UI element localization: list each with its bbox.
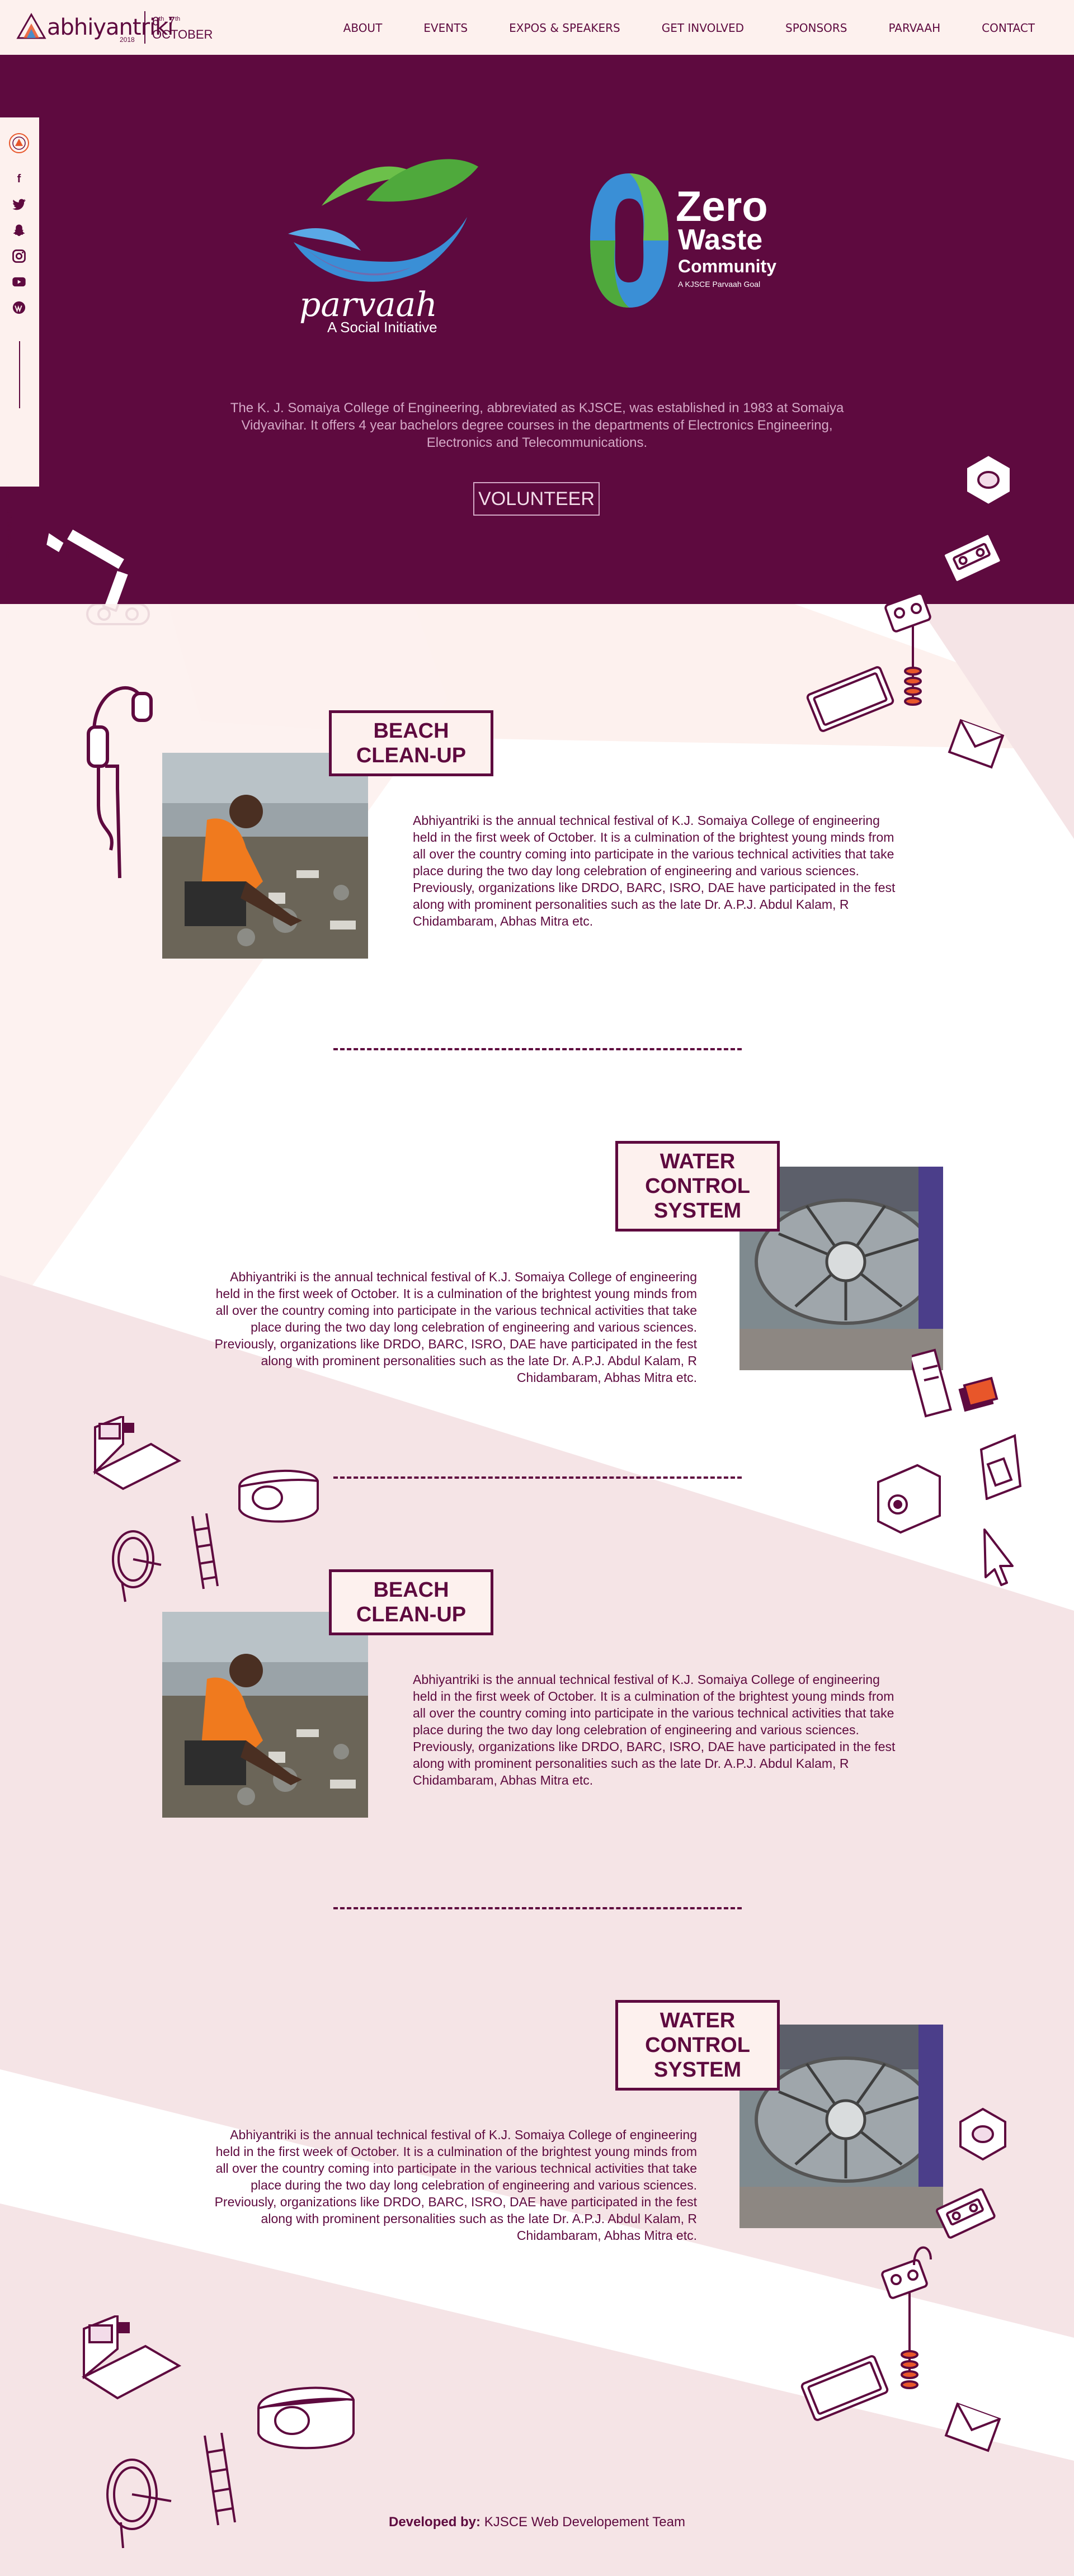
section-4-text: Abhiyantriki is the annual technical fes… [214, 2127, 697, 2243]
zero-waste-community: Community [678, 256, 776, 276]
vr-headset-icon [257, 2386, 355, 2450]
date-sep: -7 [164, 14, 175, 29]
section-3-title: BEACH CLEAN-UP [329, 1569, 493, 1635]
nav-expos-speakers[interactable]: EXPOS & SPEAKERS [509, 21, 620, 35]
section-1-text: Abhiyantriki is the annual technical fes… [413, 813, 896, 928]
section-1-title: BEACH CLEAN-UP [329, 710, 493, 776]
envelope-icon [948, 719, 1005, 769]
vr-headset-icon [238, 1469, 319, 1523]
headphone-icon [87, 686, 153, 879]
volunteer-button[interactable]: VOLUNTEER [473, 482, 600, 516]
brand-divider [144, 11, 145, 44]
laptop-icon [81, 2315, 182, 2400]
brand-year: 2018 [120, 36, 135, 44]
wordpress-icon[interactable] [11, 300, 27, 315]
section-1-photo [162, 753, 368, 959]
section-3-photo [162, 1612, 368, 1818]
beach-cleanup-photo [162, 753, 368, 959]
beach-cleanup-photo [162, 1612, 368, 1818]
section-4-title: WATER CONTROL SYSTEM [615, 2000, 780, 2091]
social-sidebar: f Follow us on [0, 117, 39, 559]
date-day: 6 [152, 14, 159, 29]
abhiyantriki-badge-icon[interactable] [8, 132, 30, 154]
event-date: 6th-7th OCTOBER [152, 12, 213, 41]
main-menu: ABOUT EVENTS EXPOS & SPEAKERS GET INVOLV… [302, 21, 1035, 35]
section-2-text: Abhiyantriki is the annual technical fes… [214, 1270, 697, 1385]
footer: Developed by: KJSCE Web Developement Tea… [0, 2514, 1074, 2530]
nav-contact[interactable]: CONTACT [982, 21, 1035, 35]
follow-us-label: Follow us on [4, 509, 14, 559]
envelope-icon [944, 2402, 1001, 2452]
cassette-icon [935, 2188, 996, 2239]
ladder-icon [204, 2433, 236, 2526]
exercise-wheel-icon [112, 1530, 162, 1602]
hex-nut-icon [965, 453, 1012, 507]
section-1-title-text: BEACH CLEAN-UP [356, 719, 467, 767]
nav-parvaah[interactable]: PARVAAH [889, 21, 941, 35]
nav-get-involved[interactable]: GET INVOLVED [662, 21, 744, 35]
social-divider-line [19, 341, 20, 408]
section-3-divider [333, 1907, 742, 1909]
top-navbar: abhiyantriki 2018 6th-7th OCTOBER ABOUT … [0, 0, 1074, 55]
twitter-icon[interactable] [11, 197, 27, 213]
book-chat-icon [912, 1348, 998, 1418]
nav-sponsors[interactable]: SPONSORS [785, 21, 847, 35]
cassette-icon [942, 532, 1002, 583]
footer-developed-by: Developed by: [388, 2514, 481, 2530]
footer-team-link[interactable]: KJSCE Web Developement Team [484, 2514, 685, 2530]
instagram-icon[interactable] [11, 248, 27, 264]
section-3-text: Abhiyantriki is the annual technical fes… [413, 1672, 896, 1787]
exercise-wheel-icon [106, 2459, 172, 2549]
zero-waste-logo-icon[interactable] [582, 168, 677, 313]
zero-waste-tagline: A KJSCE Parvaah Goal [678, 280, 761, 289]
camera-icon [877, 1464, 941, 1534]
cursor-arrow-icon [983, 1528, 1014, 1586]
zero-waste-title-2: Waste [678, 224, 763, 256]
section-1-divider [333, 1048, 742, 1050]
snapchat-icon[interactable] [11, 223, 27, 238]
ladder-icon [191, 1513, 219, 1589]
zero-waste-title: Zero [676, 183, 768, 230]
hero-description: The K. J. Somaiya College of Engineering… [230, 400, 844, 450]
date-sup-2: th [175, 16, 181, 22]
section-4-title-text: WATER CONTROL SYSTEM [645, 2009, 750, 2082]
date-month: OCTOBER [152, 27, 213, 42]
youtube-icon[interactable] [11, 274, 27, 290]
socket-pole-icon [884, 593, 931, 706]
abhiyantriki-logo-icon[interactable] [16, 12, 47, 40]
nav-events[interactable]: EVENTS [423, 21, 468, 35]
parvaah-subtitle: A Social Initiative [327, 319, 437, 336]
section-2-title-text: WATER CONTROL SYSTEM [645, 1150, 750, 1223]
section-3-title-text: BEACH CLEAN-UP [356, 1578, 467, 1626]
section-2-divider [333, 1476, 742, 1479]
nav-about[interactable]: ABOUT [343, 21, 383, 35]
hex-nut-icon [959, 2107, 1006, 2161]
laptop-icon [92, 1416, 182, 1490]
section-2-title: WATER CONTROL SYSTEM [615, 1141, 780, 1232]
tablet-icon [800, 2355, 889, 2421]
facebook-icon[interactable]: f [11, 171, 27, 187]
floppy-disk-icon [979, 1434, 1022, 1500]
